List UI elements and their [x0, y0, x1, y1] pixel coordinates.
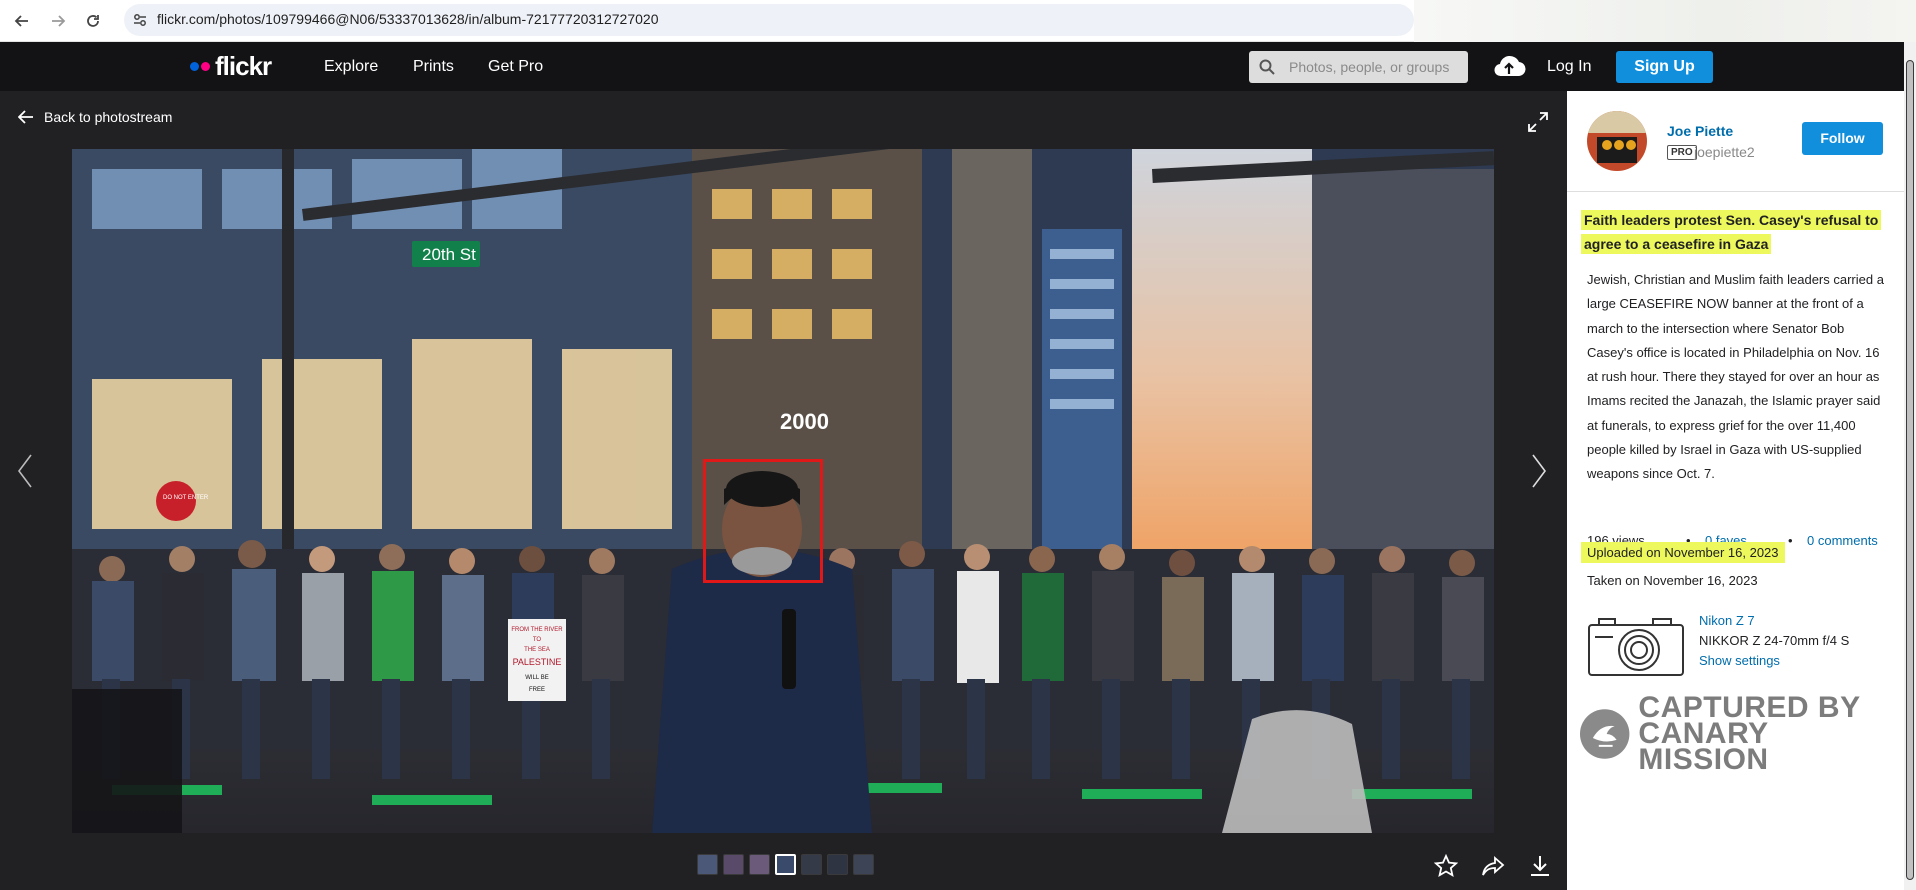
comments-link[interactable]: 0 comments: [1807, 533, 1878, 548]
photo-viewer: Back to photostream 20th St 2000 DO NOT …: [0, 91, 1567, 890]
back-label: Back to photostream: [44, 109, 173, 125]
url-text: flickr.com/photos/109799466@N06/53337013…: [157, 11, 659, 27]
arrow-left-icon: [18, 110, 33, 124]
author-name-link[interactable]: Joe Piette: [1667, 123, 1733, 139]
photo-title: Faith leaders protest Sen. Casey's refus…: [1581, 208, 1882, 256]
do-not-enter-text: DO NOT ENTER: [163, 495, 209, 501]
back-arrow-icon[interactable]: [9, 8, 35, 34]
placard-line-6: FREE: [529, 687, 545, 693]
lens-model: NIKKOR Z 24-70mm f/4 S: [1699, 633, 1850, 648]
site-info-icon[interactable]: [132, 12, 148, 28]
nav-explore[interactable]: Explore: [324, 58, 378, 76]
thumbnail-item[interactable]: [827, 854, 848, 875]
share-arrow-icon[interactable]: [1481, 854, 1505, 883]
nav-get-pro[interactable]: Get Pro: [488, 58, 543, 76]
author-username[interactable]: joepiette2: [1694, 144, 1755, 160]
browser-toolbar: flickr.com/photos/109799466@N06/53337013…: [0, 0, 1916, 42]
scrollbar-thumb[interactable]: [1906, 60, 1914, 880]
uploaded-date-text: Uploaded on November 16, 2023: [1581, 542, 1785, 563]
next-photo-chevron-icon[interactable]: [1530, 453, 1548, 494]
avatar[interactable]: [1587, 111, 1647, 171]
previous-photo-chevron-icon[interactable]: [16, 453, 34, 494]
canary-bird-icon: [1579, 709, 1630, 759]
pro-badge: PRO: [1667, 145, 1697, 160]
stats-separator: •: [1788, 533, 1793, 548]
camera-model-link[interactable]: Nikon Z 7: [1699, 613, 1755, 628]
placard-line-3: THE SEA: [524, 647, 550, 653]
logo-text: flickr: [215, 51, 272, 81]
camera-icon: [1587, 615, 1685, 682]
watermark-line-2: CANARY MISSION: [1638, 717, 1769, 776]
placard-line-4: PALESTINE: [513, 657, 562, 667]
thumbnail-item[interactable]: [723, 854, 744, 875]
thumbnail-item[interactable]: [697, 854, 718, 875]
follow-button[interactable]: Follow: [1802, 122, 1883, 155]
sidebar-divider: [1567, 191, 1904, 192]
search-input[interactable]: Photos, people, or groups: [1249, 51, 1468, 83]
download-icon[interactable]: [1528, 854, 1552, 883]
flickr-logo[interactable]: flickr: [190, 51, 272, 81]
thumbnail-item[interactable]: [801, 854, 822, 875]
logo-dot-blue: [190, 61, 199, 71]
search-icon: [1259, 59, 1275, 80]
login-link[interactable]: Log In: [1547, 58, 1591, 76]
upload-cloud-icon[interactable]: [1492, 52, 1526, 85]
building-number-text: 2000: [780, 409, 829, 434]
favorite-star-icon[interactable]: [1433, 853, 1459, 883]
placard-line-5: WILL BE: [525, 675, 548, 681]
thumbnail-strip: [697, 854, 874, 875]
logo-dot-pink: [201, 61, 210, 71]
main-photo[interactable]: 20th St 2000 DO NOT ENTER FROM THE RIVER…: [72, 149, 1494, 833]
show-settings-link[interactable]: Show settings: [1699, 653, 1780, 668]
page-scrollbar[interactable]: [1904, 42, 1916, 890]
placard-line-2: TO: [533, 637, 542, 643]
street-sign-text: 20th St: [422, 245, 476, 264]
taken-date: Taken on November 16, 2023: [1587, 573, 1758, 588]
face-highlight-box: [703, 459, 823, 583]
signup-button[interactable]: Sign Up: [1616, 51, 1713, 83]
search-placeholder: Photos, people, or groups: [1289, 59, 1450, 75]
nav-prints[interactable]: Prints: [413, 58, 454, 76]
back-to-photostream-link[interactable]: Back to photostream: [18, 109, 172, 125]
forward-arrow-icon[interactable]: [45, 8, 71, 34]
thumbnail-item[interactable]: [775, 854, 796, 875]
canary-mission-watermark: CAPTURED BY CANARY MISSION: [1579, 693, 1904, 776]
address-bar[interactable]: flickr.com/photos/109799466@N06/53337013…: [124, 4, 1414, 36]
photo-info-sidebar: Joe Piette PRO joepiette2 Follow Faith l…: [1567, 91, 1904, 890]
expand-icon[interactable]: [1527, 111, 1549, 138]
reload-icon[interactable]: [80, 8, 106, 34]
photo-title-text: Faith leaders protest Sen. Casey's refus…: [1581, 210, 1882, 254]
uploaded-date: Uploaded on November 16, 2023: [1581, 542, 1785, 563]
browser-decoration: [1414, 0, 1916, 42]
thumbnail-item[interactable]: [749, 854, 770, 875]
thumbnail-item[interactable]: [853, 854, 874, 875]
placard-line-1: FROM THE RIVER: [511, 627, 563, 633]
photo-description: Jewish, Christian and Muslim faith leade…: [1587, 272, 1884, 482]
site-header: flickr Explore Prints Get Pro Photos, pe…: [0, 42, 1904, 91]
